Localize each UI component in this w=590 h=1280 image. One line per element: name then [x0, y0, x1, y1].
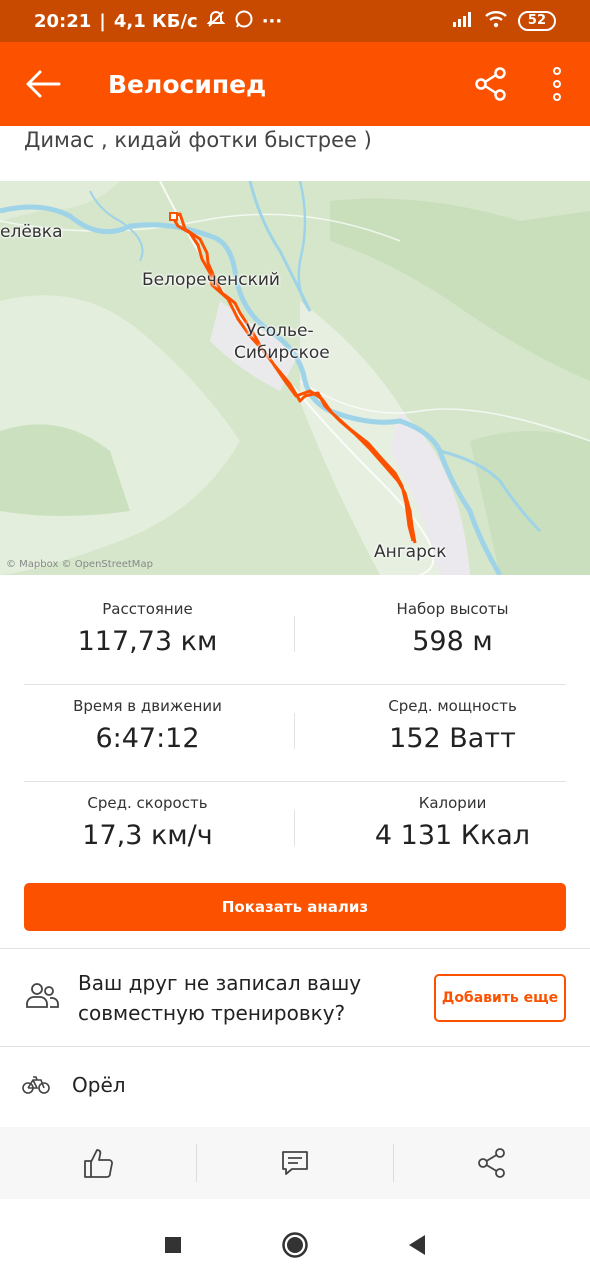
add-more-button[interactable]: Добавить еще — [434, 974, 566, 1022]
stat-cell: Время в движении 6:47:12 — [0, 697, 295, 754]
stat-label: Время в движении — [73, 697, 222, 715]
thumbs-up-icon — [84, 1149, 113, 1178]
back-button[interactable] — [0, 42, 86, 126]
route-map[interactable]: елёвка Белореченский Усолье- Сибирское А… — [0, 181, 590, 575]
action-bar — [0, 1127, 590, 1199]
more-options-button[interactable] — [524, 42, 590, 126]
stat-cell: Расстояние 117,73 км — [0, 600, 295, 657]
comment-button[interactable] — [197, 1127, 393, 1199]
stat-row: Время в движении 6:47:12 Сред. мощность 152… — [0, 685, 590, 782]
more-vertical-icon — [553, 67, 561, 101]
share-activity-button[interactable] — [394, 1127, 590, 1199]
stat-divider — [294, 810, 295, 846]
whatsapp-icon — [234, 9, 254, 34]
network-speed: 4,1 КБ/с — [113, 10, 198, 32]
status-time: 20:21 — [34, 10, 92, 32]
stat-value: 17,3 км/ч — [82, 820, 213, 851]
stat-cell: Набор высоты 598 м — [305, 600, 590, 657]
stat-label: Сред. мощность — [388, 697, 517, 715]
map-label-usolye-2: Сибирское — [234, 343, 330, 363]
activity-description: Димас , кидай фотки быстрее ) — [24, 128, 372, 152]
bike-icon — [22, 1075, 50, 1099]
page-title: Велосипед — [108, 69, 267, 99]
stat-cell: Сред. скорость 17,3 км/ч — [0, 794, 295, 851]
kudos-button[interactable] — [0, 1127, 196, 1199]
more-notifications-icon: ··· — [261, 10, 283, 32]
stat-row: Сред. скорость 17,3 км/ч Калории 4 131 Ккал — [0, 782, 590, 879]
friend-prompt-text: Ваш друг не записал вашу совместную трен… — [78, 971, 362, 1025]
circle-icon — [282, 1232, 308, 1258]
friend-prompt: Ваш друг не записал вашу совместную трен… — [0, 950, 590, 1046]
gear-row[interactable]: Орёл — [0, 1047, 590, 1127]
comment-icon — [282, 1151, 308, 1175]
stat-value: 598 м — [412, 626, 493, 657]
wifi-icon — [484, 10, 508, 33]
show-analysis-button[interactable]: Показать анализ — [24, 883, 566, 931]
status-bar: 20:21 | 4,1 КБ/с ··· 52 — [0, 0, 590, 42]
stat-divider — [294, 713, 295, 749]
stat-value: 152 Ватт — [389, 723, 516, 754]
stat-cell: Сред. мощность 152 Ватт — [305, 697, 590, 754]
arrow-left-icon — [26, 70, 61, 98]
share-icon — [475, 67, 506, 101]
map-label-usolye-1: Усолье- — [246, 321, 314, 341]
stat-value: 117,73 км — [77, 626, 218, 657]
triangle-back-icon — [409, 1235, 425, 1255]
stat-divider — [294, 616, 295, 652]
stat-value: 4 131 Ккал — [374, 820, 531, 851]
divider — [0, 948, 590, 949]
system-nav-bar — [0, 1210, 590, 1280]
share-button[interactable] — [458, 42, 524, 126]
back-nav-button[interactable] — [356, 1210, 478, 1280]
signal-icon — [452, 10, 474, 33]
map-graphic — [0, 181, 590, 575]
stat-label: Набор высоты — [396, 600, 509, 618]
stat-cell: Калории 4 131 Ккал — [305, 794, 590, 851]
map-label-belorechensky: Белореченский — [142, 270, 280, 290]
status-separator: | — [99, 10, 106, 32]
share-icon — [478, 1148, 505, 1178]
gear-name: Орёл — [72, 1073, 126, 1097]
muted-bell-icon — [206, 9, 226, 34]
stat-label: Расстояние — [102, 600, 193, 618]
home-button[interactable] — [234, 1210, 356, 1280]
stat-label: Сред. скорость — [87, 794, 208, 812]
map-label-angarsk: Ангарск — [374, 542, 447, 562]
stat-label: Калории — [418, 794, 487, 812]
app-bar: Велосипед — [0, 42, 590, 126]
stats-grid: Расстояние 117,73 км Набор высоты 598 м Врем… — [0, 588, 590, 879]
battery-indicator: 52 — [517, 11, 556, 31]
map-attribution: © Mapbox © OpenStreetMap — [6, 559, 153, 570]
stat-value: 6:47:12 — [95, 723, 200, 754]
recents-button[interactable] — [112, 1210, 234, 1280]
stat-row: Расстояние 117,73 км Набор высоты 598 м — [0, 588, 590, 685]
activity-screen: 20:21 | 4,1 КБ/с ··· 52 Велосипед Димас … — [0, 0, 590, 1280]
route-start-marker — [169, 212, 178, 221]
map-label-elevka: елёвка — [0, 222, 63, 242]
square-icon — [165, 1237, 181, 1253]
people-icon — [24, 980, 60, 1014]
